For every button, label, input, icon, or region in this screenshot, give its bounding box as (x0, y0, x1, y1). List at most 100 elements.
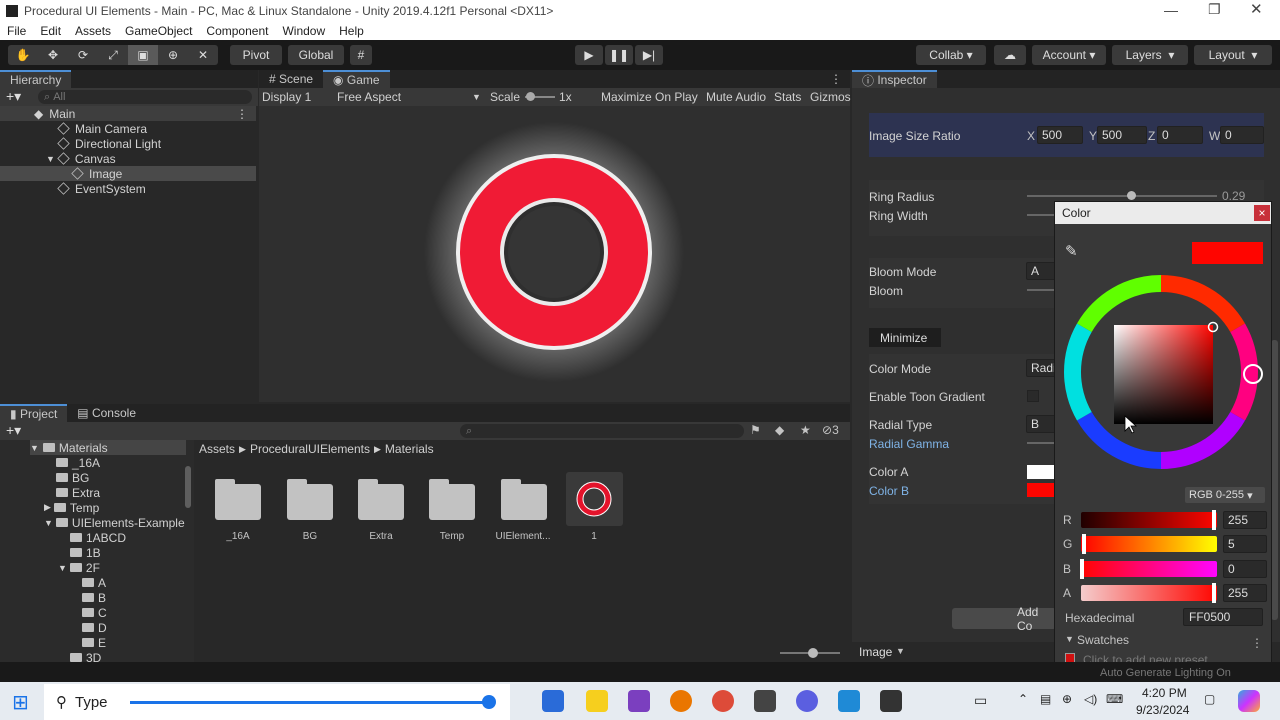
filter-label-icon[interactable]: ◆ (775, 423, 784, 437)
bloom-slider[interactable] (1027, 289, 1057, 291)
clock-time[interactable]: 4:20 PM (1142, 686, 1187, 700)
maximize-on-play-toggle[interactable]: Maximize On Play (601, 90, 698, 104)
hex-field[interactable]: FF0500 (1183, 608, 1263, 626)
play-button[interactable]: ▶ (575, 45, 603, 65)
list-item[interactable]: Main Camera (0, 121, 256, 136)
audio-scrub-handle[interactable] (482, 695, 496, 709)
color-b-swatch[interactable] (1027, 483, 1055, 497)
add-component-button[interactable]: Add Co (952, 605, 1056, 633)
hidden-count-icon[interactable]: ⊘3 (822, 423, 839, 437)
a-slider-handle[interactable] (1212, 583, 1216, 603)
filter-type-icon[interactable]: ⚑ (750, 423, 761, 437)
tree-item[interactable]: Extra (56, 485, 100, 500)
bloom-mode-dropdown[interactable]: A (1026, 262, 1056, 280)
mute-audio-toggle[interactable]: Mute Audio (706, 90, 766, 104)
sticky-notes-icon[interactable] (586, 690, 608, 712)
color-wheel[interactable] (1061, 272, 1265, 476)
more-icon[interactable]: ⋮ (830, 72, 842, 86)
ime-icon[interactable]: ⌨ (1106, 692, 1123, 706)
hand-tool-icon[interactable]: ✋ (8, 45, 38, 65)
r-slider[interactable] (1081, 512, 1217, 528)
asset-item[interactable] (358, 479, 404, 520)
display-dropdown[interactable]: Display 1 (262, 90, 311, 104)
minimize-button[interactable]: Minimize (869, 328, 941, 347)
tab-inspector[interactable]: ⓘ Inspector (852, 70, 937, 88)
scene-row-main[interactable]: ◆ Main ⋮ (0, 106, 256, 121)
tab-game[interactable]: ◉ Game (323, 70, 390, 88)
scale-tool-icon[interactable]: ⤢ (98, 45, 128, 65)
scale-slider-handle[interactable] (526, 92, 535, 101)
size-y-field[interactable]: 500 (1097, 126, 1147, 144)
project-search-input[interactable]: ⌕ (460, 424, 744, 438)
list-item[interactable]: EventSystem (0, 181, 256, 196)
asset-item[interactable] (287, 479, 333, 520)
calculator-icon[interactable] (542, 690, 564, 712)
menu-window[interactable]: Window (282, 24, 325, 38)
pivot-button[interactable]: Pivot (230, 45, 282, 65)
add-icon[interactable]: +▾ (6, 88, 21, 105)
add-asset-icon[interactable]: +▾ (6, 422, 21, 439)
radial-gamma-slider[interactable] (1027, 442, 1057, 444)
radial-type-dropdown[interactable]: B (1026, 415, 1056, 433)
tray-chevron-icon[interactable]: ⌃ (1018, 692, 1028, 706)
list-item[interactable]: Image (0, 166, 256, 181)
menu-edit[interactable]: Edit (40, 24, 61, 38)
color-mode-dropdown[interactable]: Radi (1026, 359, 1056, 377)
copilot-icon[interactable] (1238, 690, 1260, 712)
color-a-swatch[interactable] (1027, 465, 1055, 479)
cloud-icon[interactable]: ☁ (994, 45, 1026, 65)
menu-help[interactable]: Help (339, 24, 364, 38)
clock-date[interactable]: 9/23/2024 (1136, 703, 1189, 717)
swatches-chevron-icon[interactable]: ▼ (1065, 634, 1074, 644)
tree-scrollbar[interactable] (185, 466, 191, 508)
restore-icon[interactable]: ❐ (1208, 1, 1221, 18)
minimize-icon[interactable]: — (1164, 2, 1178, 18)
tab-scene[interactable]: # Scene (259, 70, 323, 88)
tree-item[interactable]: A (82, 575, 106, 590)
hierarchy-search-input[interactable]: ⌕ All (38, 90, 252, 104)
menu-assets[interactable]: Assets (75, 24, 111, 38)
ring-radius-slider[interactable] (1027, 195, 1217, 197)
chrome-icon[interactable] (712, 690, 734, 712)
tab-hierarchy[interactable]: Hierarchy (0, 70, 72, 88)
eyedropper-icon[interactable]: ✎ (1065, 242, 1078, 260)
expand-arrow-icon[interactable]: ▼ (46, 154, 55, 164)
close-button[interactable]: × (1254, 205, 1270, 221)
asset-item[interactable] (501, 479, 547, 520)
asset-item[interactable] (215, 479, 261, 520)
toon-gradient-checkbox[interactable] (1027, 390, 1039, 402)
keyboard-icon[interactable]: ▭ (974, 692, 987, 709)
pause-button[interactable]: ❚❚ (605, 45, 633, 65)
tree-item[interactable]: _16A (56, 455, 100, 470)
network-icon[interactable]: ▤ (1040, 692, 1051, 706)
tree-item[interactable]: ▼ UIElements-Example (44, 515, 185, 530)
unity-editor-icon[interactable] (880, 690, 902, 712)
audio-scrub-slider[interactable] (130, 701, 490, 704)
breadcrumb-item[interactable]: Materials (385, 442, 434, 456)
volume-icon[interactable]: ◁) (1084, 692, 1097, 706)
size-x-field[interactable]: 500 (1037, 126, 1083, 144)
aspect-dropdown[interactable]: Free Aspect (337, 90, 401, 104)
inspector-scrollbar[interactable] (1271, 340, 1278, 620)
color-picker-titlebar[interactable]: Color (1055, 202, 1271, 224)
color-mode-dropdown[interactable]: RGB 0-255 ▾ (1185, 487, 1265, 503)
menu-gameobject[interactable]: GameObject (125, 24, 192, 38)
inspector-footer-label[interactable]: Image (859, 645, 892, 659)
r-slider-handle[interactable] (1212, 510, 1216, 530)
ring-radius-handle[interactable] (1127, 191, 1136, 200)
rotate-tool-icon[interactable]: ⟳ (68, 45, 98, 65)
gizmos-dropdown[interactable]: Gizmos (810, 90, 851, 104)
tree-item[interactable]: 1B (70, 545, 101, 560)
r-value-field[interactable]: 255 (1223, 511, 1267, 529)
globe-icon[interactable]: ⊕ (1062, 692, 1072, 706)
tree-item[interactable]: BG (56, 470, 89, 485)
stats-toggle[interactable]: Stats (774, 90, 801, 104)
asset-item-material[interactable] (566, 472, 623, 526)
visual-studio-icon[interactable] (628, 690, 650, 712)
account-dropdown[interactable]: Account ▾ (1032, 45, 1106, 65)
layout-dropdown[interactable]: Layout ▾ (1194, 45, 1272, 65)
g-slider-handle[interactable] (1082, 534, 1086, 554)
move-tool-icon[interactable]: ✥ (38, 45, 68, 65)
favorite-icon[interactable]: ★ (800, 423, 811, 437)
b-slider[interactable] (1081, 561, 1217, 577)
